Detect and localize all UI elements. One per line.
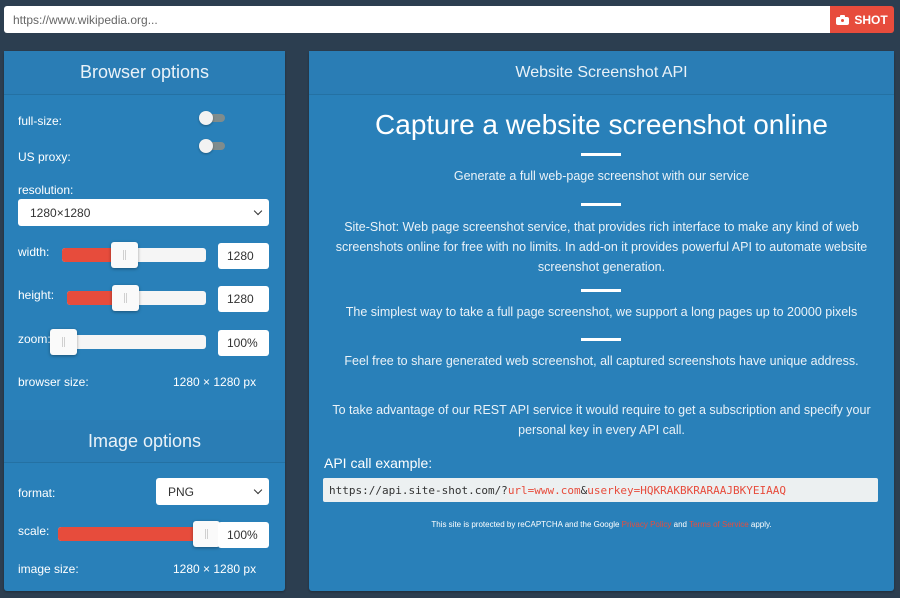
scale-input[interactable]: 100%: [218, 522, 269, 548]
height-slider-handle[interactable]: [111, 285, 139, 311]
api-param-userkey: userkey=HQKRAKBKRARAAJBKYEIAAQ: [587, 483, 786, 497]
us-proxy-label: US proxy:: [18, 150, 71, 164]
intro-text: Generate a full web-page screenshot with…: [453, 169, 750, 183]
api-param-url: url=www.com: [507, 483, 581, 497]
description-text: Site-Shot: Web page screenshot service, …: [335, 220, 868, 274]
camera-icon: [836, 14, 850, 25]
divider: [581, 289, 621, 292]
image-options-title: Image options: [4, 420, 285, 463]
privacy-policy-link[interactable]: Privacy Policy: [622, 520, 672, 529]
resolution-value: 1280×1280: [30, 205, 91, 220]
hero-heading: Capture a website screenshot online: [375, 109, 828, 140]
terms-of-service-link[interactable]: Terms of Service: [689, 520, 749, 529]
recaptcha-text: This site is protected by reCAPTCHA and …: [431, 520, 622, 529]
zoom-slider[interactable]: [50, 329, 206, 355]
browser-size-value: 1280 × 1280 px: [173, 375, 257, 389]
resolution-select[interactable]: 1280×1280: [18, 199, 269, 226]
url-input[interactable]: [4, 6, 830, 33]
browser-options-title: Browser options: [4, 51, 285, 95]
width-slider[interactable]: [62, 242, 206, 268]
height-label: height:: [18, 288, 55, 302]
browser-options-panel: Browser options full-size: US proxy: res…: [4, 51, 285, 591]
image-size-value: 1280 × 1280 px: [173, 562, 257, 576]
zoom-input[interactable]: 100%: [218, 330, 269, 356]
divider: [581, 203, 621, 206]
long-pages-text: The simplest way to take a full page scr…: [345, 305, 858, 319]
api-call-example: https://api.site-shot.com/? url=www.com & u…: [323, 478, 878, 502]
chevron-down-icon: [253, 485, 263, 495]
recaptcha-notice: This site is protected by reCAPTCHA and …: [309, 520, 894, 529]
recaptcha-apply: apply.: [748, 520, 772, 529]
zoom-slider-handle[interactable]: [50, 329, 77, 355]
share-text: Feel free to share generated web screens…: [344, 354, 859, 368]
height-input[interactable]: 1280: [218, 286, 269, 312]
full-size-label: full-size:: [18, 114, 63, 128]
api-amp: &: [580, 483, 588, 497]
chevron-down-icon: [253, 206, 263, 216]
shot-button[interactable]: SHOT: [830, 6, 894, 33]
shot-label: SHOT: [854, 12, 888, 27]
scale-label: scale:: [18, 524, 50, 538]
recaptcha-and: and: [671, 520, 690, 529]
divider: [581, 338, 621, 341]
width-slider-handle[interactable]: [111, 242, 139, 268]
divider: [581, 153, 621, 156]
width-label: width:: [18, 245, 50, 259]
width-input[interactable]: 1280: [218, 243, 269, 269]
full-size-toggle[interactable]: [199, 111, 225, 125]
rest-api-text: To take advantage of our REST API servic…: [332, 403, 871, 437]
image-size-label: image size:: [18, 562, 79, 576]
resolution-label: resolution:: [18, 183, 74, 197]
format-select[interactable]: PNG: [156, 478, 269, 505]
height-slider[interactable]: [67, 285, 206, 311]
api-call-label: API call example:: [324, 455, 433, 471]
scale-slider[interactable]: [58, 521, 220, 547]
api-panel-title: Website Screenshot API: [309, 51, 894, 95]
browser-size-label: browser size:: [18, 375, 89, 389]
us-proxy-toggle[interactable]: [199, 139, 225, 153]
scale-slider-handle[interactable]: [193, 521, 220, 547]
zoom-label: zoom:: [18, 332, 51, 346]
api-panel: Website Screenshot API Capture a website…: [309, 51, 894, 591]
api-base-url: https://api.site-shot.com/?: [329, 483, 508, 497]
format-value: PNG: [168, 484, 195, 499]
format-label: format:: [18, 486, 56, 500]
